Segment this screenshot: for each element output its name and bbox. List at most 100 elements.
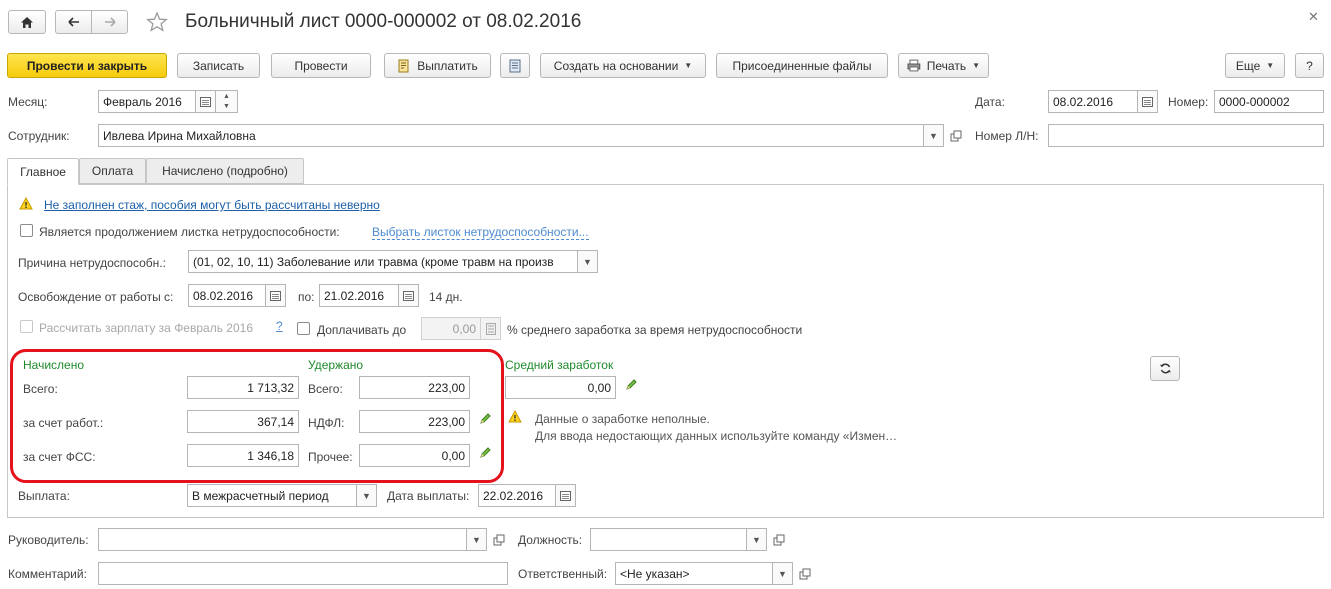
average-warning-line2: Для ввода недостающих данных используйте… bbox=[535, 429, 898, 443]
responsible-open-icon[interactable] bbox=[796, 565, 814, 583]
create-based-on-label: Создать на основании bbox=[553, 58, 679, 73]
position-dropdown-button[interactable]: ▼ bbox=[747, 528, 767, 551]
topup-label: Доплачивать до bbox=[317, 323, 407, 337]
more-button[interactable]: Еще ▼ bbox=[1225, 53, 1285, 78]
post-button[interactable]: Провести bbox=[271, 53, 371, 78]
refresh-button[interactable] bbox=[1150, 356, 1180, 381]
reason-dropdown-button[interactable]: ▼ bbox=[578, 250, 598, 273]
topup-calculator-button[interactable] bbox=[481, 317, 501, 340]
payment-date-field[interactable]: 22.02.2016 bbox=[478, 484, 556, 507]
home-button[interactable] bbox=[8, 10, 46, 34]
pay-button[interactable]: Выплатить bbox=[384, 53, 491, 78]
manager-label: Руководитель: bbox=[8, 533, 89, 547]
date-field[interactable]: 08.02.2016 bbox=[1048, 90, 1138, 113]
calc-salary-label: Рассчитать зарплату за Февраль 2016 bbox=[39, 321, 253, 335]
calendar-icon bbox=[1142, 97, 1153, 107]
arrow-left-icon bbox=[67, 17, 79, 27]
tab-payment[interactable]: Оплата bbox=[79, 158, 146, 184]
release-to-label: по: bbox=[298, 290, 315, 304]
arrow-right-icon bbox=[104, 17, 116, 27]
seniority-warning-link[interactable]: Не заполнен стаж, пособия могут быть рас… bbox=[44, 198, 380, 212]
responsible-field[interactable]: <Не указан> bbox=[615, 562, 773, 585]
payment-dropdown-button[interactable]: ▼ bbox=[357, 484, 377, 507]
payment-date-label: Дата выплаты: bbox=[387, 489, 470, 503]
release-to-field[interactable]: 21.02.2016 bbox=[319, 284, 399, 307]
warning-icon bbox=[19, 196, 33, 213]
topup-field[interactable]: 0,00 bbox=[421, 317, 481, 340]
position-label: Должность: bbox=[518, 533, 583, 547]
tab-accrued-details[interactable]: Начислено (подробно) bbox=[146, 158, 304, 184]
employee-label: Сотрудник: bbox=[8, 129, 70, 143]
average-earnings-title: Средний заработок bbox=[505, 358, 614, 372]
month-calendar-button[interactable] bbox=[196, 90, 216, 113]
release-from-calendar-button[interactable] bbox=[266, 284, 286, 307]
ln-number-label: Номер Л/Н: bbox=[975, 129, 1039, 143]
calendar-icon bbox=[200, 97, 211, 107]
register-list-icon bbox=[509, 59, 521, 72]
continuation-label: Является продолжением листка нетрудоспос… bbox=[39, 225, 340, 239]
employee-dropdown-button[interactable]: ▼ bbox=[924, 124, 944, 147]
payment-field[interactable]: В межрасчетный период bbox=[187, 484, 357, 507]
attached-files-button[interactable]: Присоединенные файлы bbox=[716, 53, 888, 78]
ln-number-field[interactable] bbox=[1048, 124, 1324, 147]
responsible-dropdown-button[interactable]: ▼ bbox=[773, 562, 793, 585]
release-to-calendar-button[interactable] bbox=[399, 284, 419, 307]
save-button[interactable]: Записать bbox=[177, 53, 260, 78]
employee-field[interactable]: Ивлева Ирина Михайловна bbox=[98, 124, 924, 147]
position-open-icon[interactable] bbox=[770, 531, 788, 549]
close-icon[interactable]: ✕ bbox=[1308, 9, 1319, 25]
calendar-icon bbox=[560, 491, 571, 501]
employee-open-icon[interactable] bbox=[947, 127, 965, 145]
payment-date-calendar-button[interactable] bbox=[556, 484, 576, 507]
back-button[interactable] bbox=[55, 10, 92, 34]
chevron-down-icon: ▼ bbox=[1266, 61, 1275, 70]
release-from-label: Освобождение от работы с: bbox=[18, 290, 174, 304]
select-sick-leave-link[interactable]: Выбрать листок нетрудоспособности... bbox=[372, 225, 589, 240]
month-field[interactable]: Февраль 2016 bbox=[98, 90, 196, 113]
date-calendar-button[interactable] bbox=[1138, 90, 1158, 113]
days-count: 14 дн. bbox=[429, 290, 463, 304]
create-based-on-button[interactable]: Создать на основании ▼ bbox=[540, 53, 706, 78]
manager-field[interactable] bbox=[98, 528, 467, 551]
month-label: Месяц: bbox=[8, 95, 48, 109]
month-stepper[interactable]: ▲ ▼ bbox=[216, 90, 238, 113]
topup-checkbox[interactable] bbox=[297, 322, 310, 335]
window-title: Больничный лист 0000-000002 от 08.02.201… bbox=[185, 11, 582, 32]
number-field[interactable]: 0000-000002 bbox=[1214, 90, 1324, 113]
highlight-frame bbox=[10, 349, 504, 483]
help-button[interactable]: ? bbox=[1295, 53, 1324, 78]
register-button[interactable] bbox=[500, 53, 530, 78]
calc-salary-checkbox[interactable] bbox=[20, 320, 33, 333]
tab-main[interactable]: Главное bbox=[7, 158, 79, 185]
edit-average-pencil-icon[interactable] bbox=[625, 378, 638, 394]
home-icon bbox=[21, 16, 33, 28]
post-and-close-button[interactable]: Провести и закрыть bbox=[7, 53, 167, 78]
favorite-star-icon[interactable] bbox=[146, 11, 168, 36]
refresh-icon bbox=[1159, 363, 1171, 374]
topup-suffix-label: % среднего заработка за время нетрудоспо… bbox=[507, 323, 803, 337]
document-pay-icon bbox=[398, 59, 409, 72]
pay-button-label: Выплатить bbox=[417, 58, 478, 73]
average-warning-icon bbox=[508, 409, 522, 426]
manager-open-icon[interactable] bbox=[490, 531, 508, 549]
responsible-label: Ответственный: bbox=[518, 567, 608, 581]
more-button-label: Еще bbox=[1235, 58, 1261, 73]
reason-field[interactable]: (01, 02, 10, 11) Заболевание или травма … bbox=[188, 250, 578, 273]
average-warning-line1: Данные о заработке неполные. bbox=[535, 412, 710, 426]
chevron-down-icon: ▼ bbox=[684, 61, 693, 70]
reason-label: Причина нетрудоспособн.: bbox=[18, 256, 166, 270]
comment-field[interactable] bbox=[98, 562, 508, 585]
forward-button[interactable] bbox=[91, 10, 128, 34]
position-field[interactable] bbox=[590, 528, 747, 551]
calc-salary-help-link[interactable]: ? bbox=[276, 319, 283, 333]
print-button-label: Печать bbox=[926, 58, 967, 73]
payment-label: Выплата: bbox=[18, 489, 70, 503]
release-from-field[interactable]: 08.02.2016 bbox=[188, 284, 266, 307]
manager-dropdown-button[interactable]: ▼ bbox=[467, 528, 487, 551]
average-earnings-field[interactable]: 0,00 bbox=[505, 376, 616, 399]
calendar-icon bbox=[270, 291, 281, 301]
number-label: Номер: bbox=[1168, 95, 1209, 109]
print-button[interactable]: Печать ▼ bbox=[898, 53, 989, 78]
continuation-checkbox[interactable] bbox=[20, 224, 33, 237]
printer-icon bbox=[907, 59, 921, 72]
